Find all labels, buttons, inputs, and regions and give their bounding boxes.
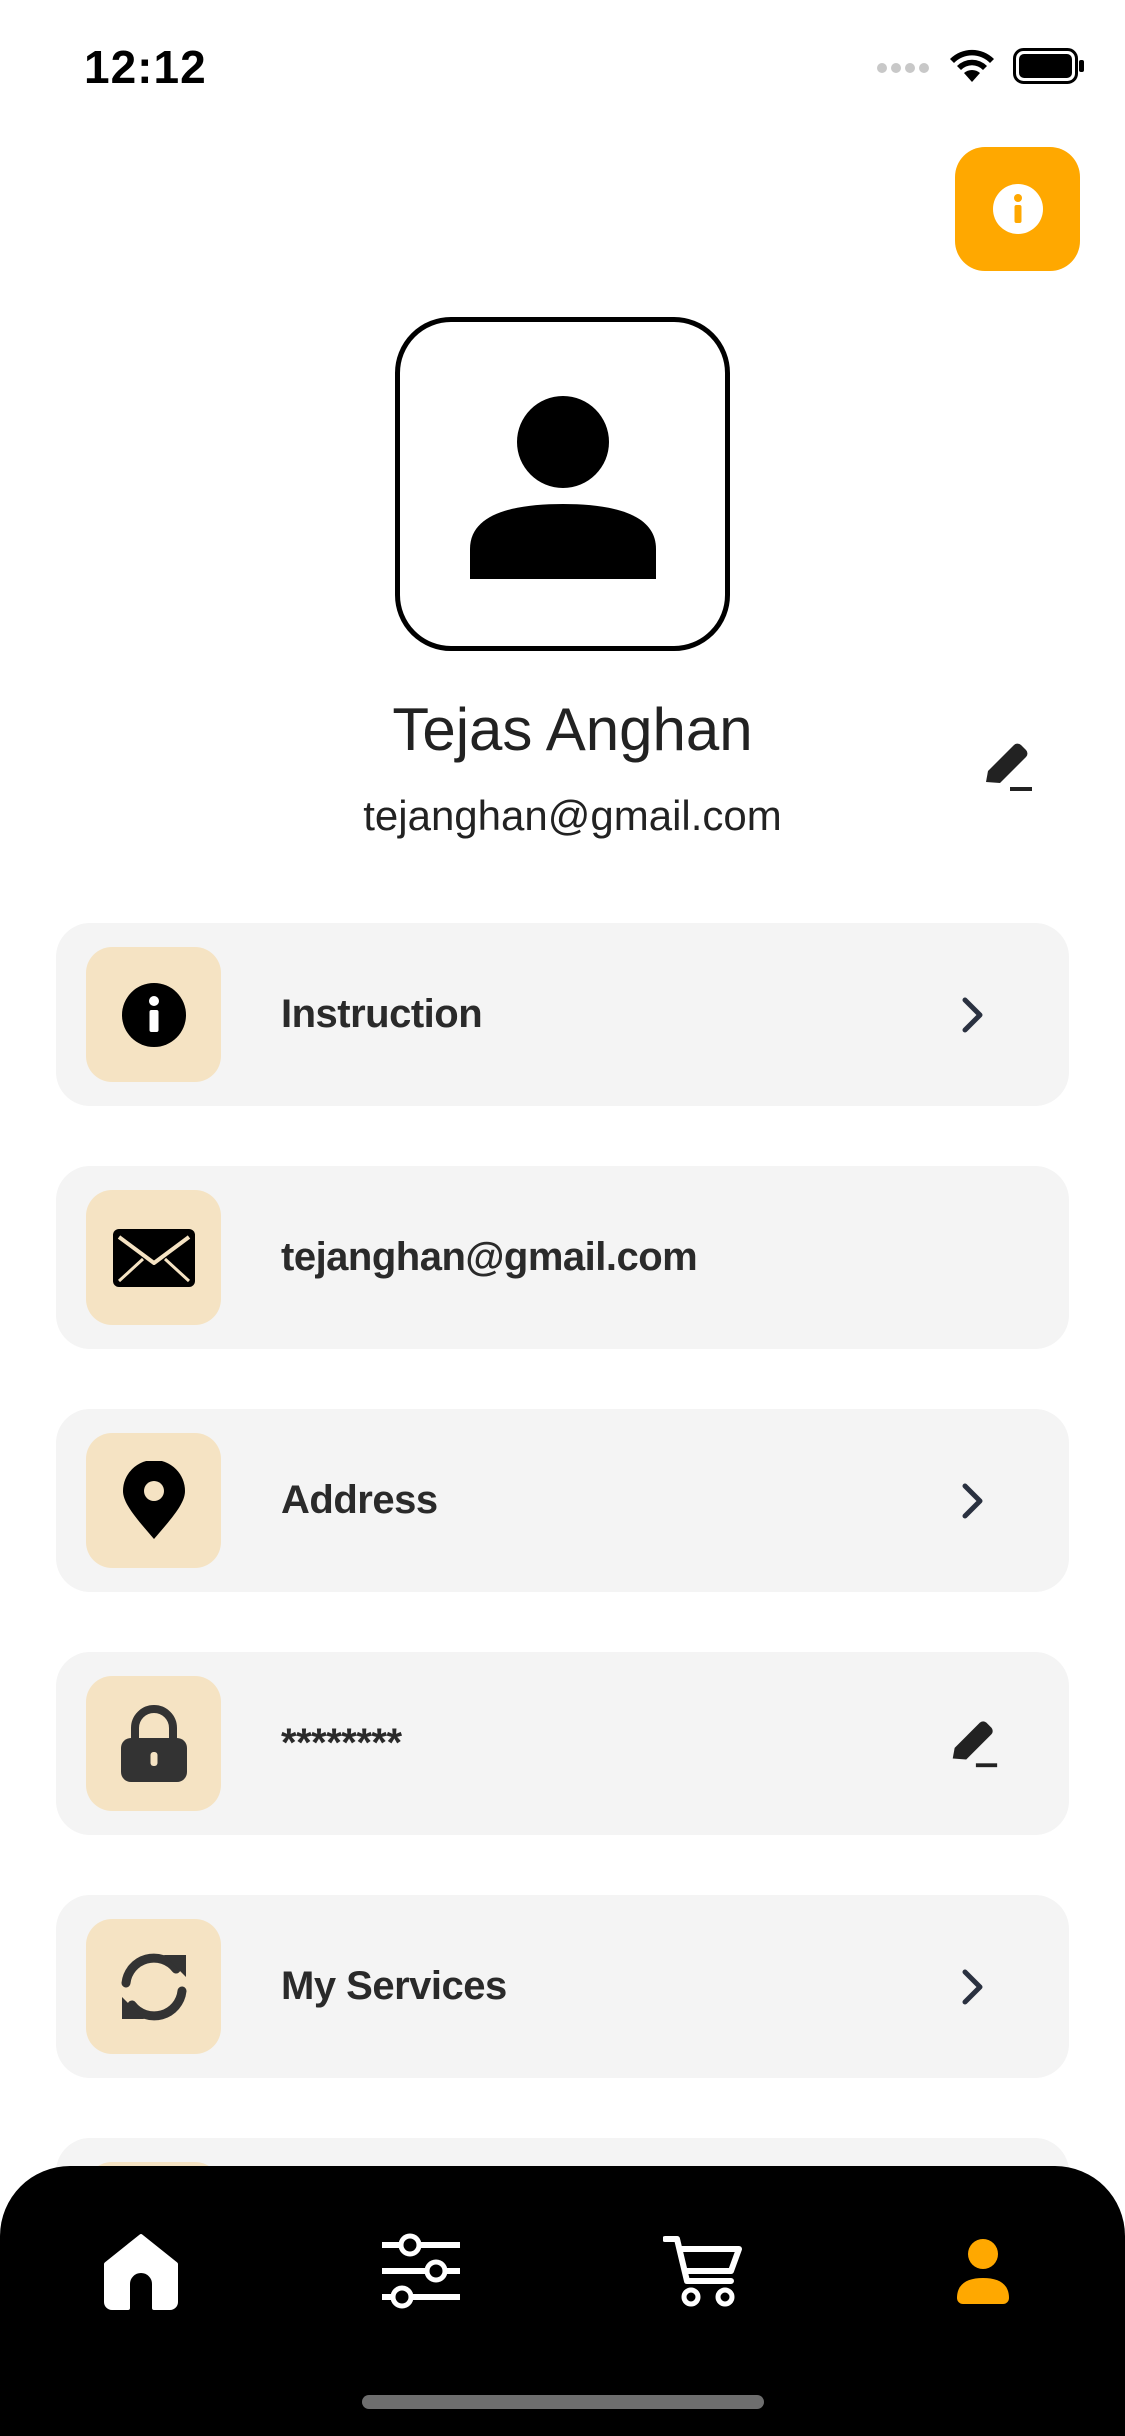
menu-icon-box — [86, 947, 221, 1082]
profile-name: Tejas Anghan — [392, 696, 753, 763]
info-button[interactable] — [955, 147, 1080, 271]
tab-home[interactable] — [86, 2216, 196, 2326]
cart-icon — [663, 2236, 742, 2307]
tab-profile[interactable] — [928, 2216, 1038, 2326]
menu-icon-box — [86, 1919, 221, 2054]
avatar[interactable] — [395, 317, 730, 651]
wifi-icon — [950, 49, 994, 82]
edit-icon — [952, 1721, 998, 1768]
menu-item-my-services[interactable]: My Services — [56, 1895, 1069, 2078]
user-icon — [957, 2239, 1009, 2304]
menu-label: My Services — [281, 1964, 507, 2008]
menu-item-instruction[interactable]: Instruction — [56, 923, 1069, 1106]
edit-password-button[interactable] — [941, 1712, 1005, 1776]
menu-item-email[interactable]: tejanghan@gmail.com — [56, 1166, 1069, 1349]
home-icon — [104, 2234, 178, 2310]
chevron-right-icon — [941, 983, 1005, 1047]
envelope-icon — [112, 1228, 195, 1287]
sliders-icon — [382, 2233, 460, 2309]
menu-label: tejanghan@gmail.com — [281, 1235, 698, 1279]
menu-label: Instruction — [281, 992, 483, 1036]
profile-email: tejanghan@gmail.com — [363, 792, 782, 839]
battery-icon — [1013, 48, 1084, 84]
location-pin-icon — [122, 1460, 185, 1539]
cellular-signal-icon — [877, 63, 929, 73]
menu-icon-box — [86, 1190, 221, 1325]
menu-label: Address — [281, 1478, 438, 1522]
menu-item-password[interactable]: ******** — [56, 1652, 1069, 1835]
user-silhouette-icon — [469, 396, 656, 579]
tab-cart[interactable] — [648, 2216, 758, 2326]
tab-filters[interactable] — [366, 2216, 476, 2326]
refresh-icon — [121, 1953, 186, 2020]
menu-label: ******** — [281, 1721, 402, 1765]
chevron-right-icon — [941, 1469, 1005, 1533]
status-time: 12:12 — [84, 41, 207, 93]
edit-icon — [986, 743, 1032, 791]
edit-profile-button[interactable] — [978, 738, 1036, 796]
info-icon — [992, 184, 1043, 234]
lock-icon — [120, 1704, 187, 1782]
menu-icon-box — [86, 1676, 221, 1811]
menu-item-address[interactable]: Address — [56, 1409, 1069, 1592]
menu-icon-box — [86, 1433, 221, 1568]
status-icons — [877, 48, 1085, 84]
status-bar: 12:12 — [0, 0, 1125, 140]
home-indicator — [362, 2395, 764, 2409]
chevron-right-icon — [941, 1955, 1005, 2019]
info-icon — [121, 982, 186, 1047]
